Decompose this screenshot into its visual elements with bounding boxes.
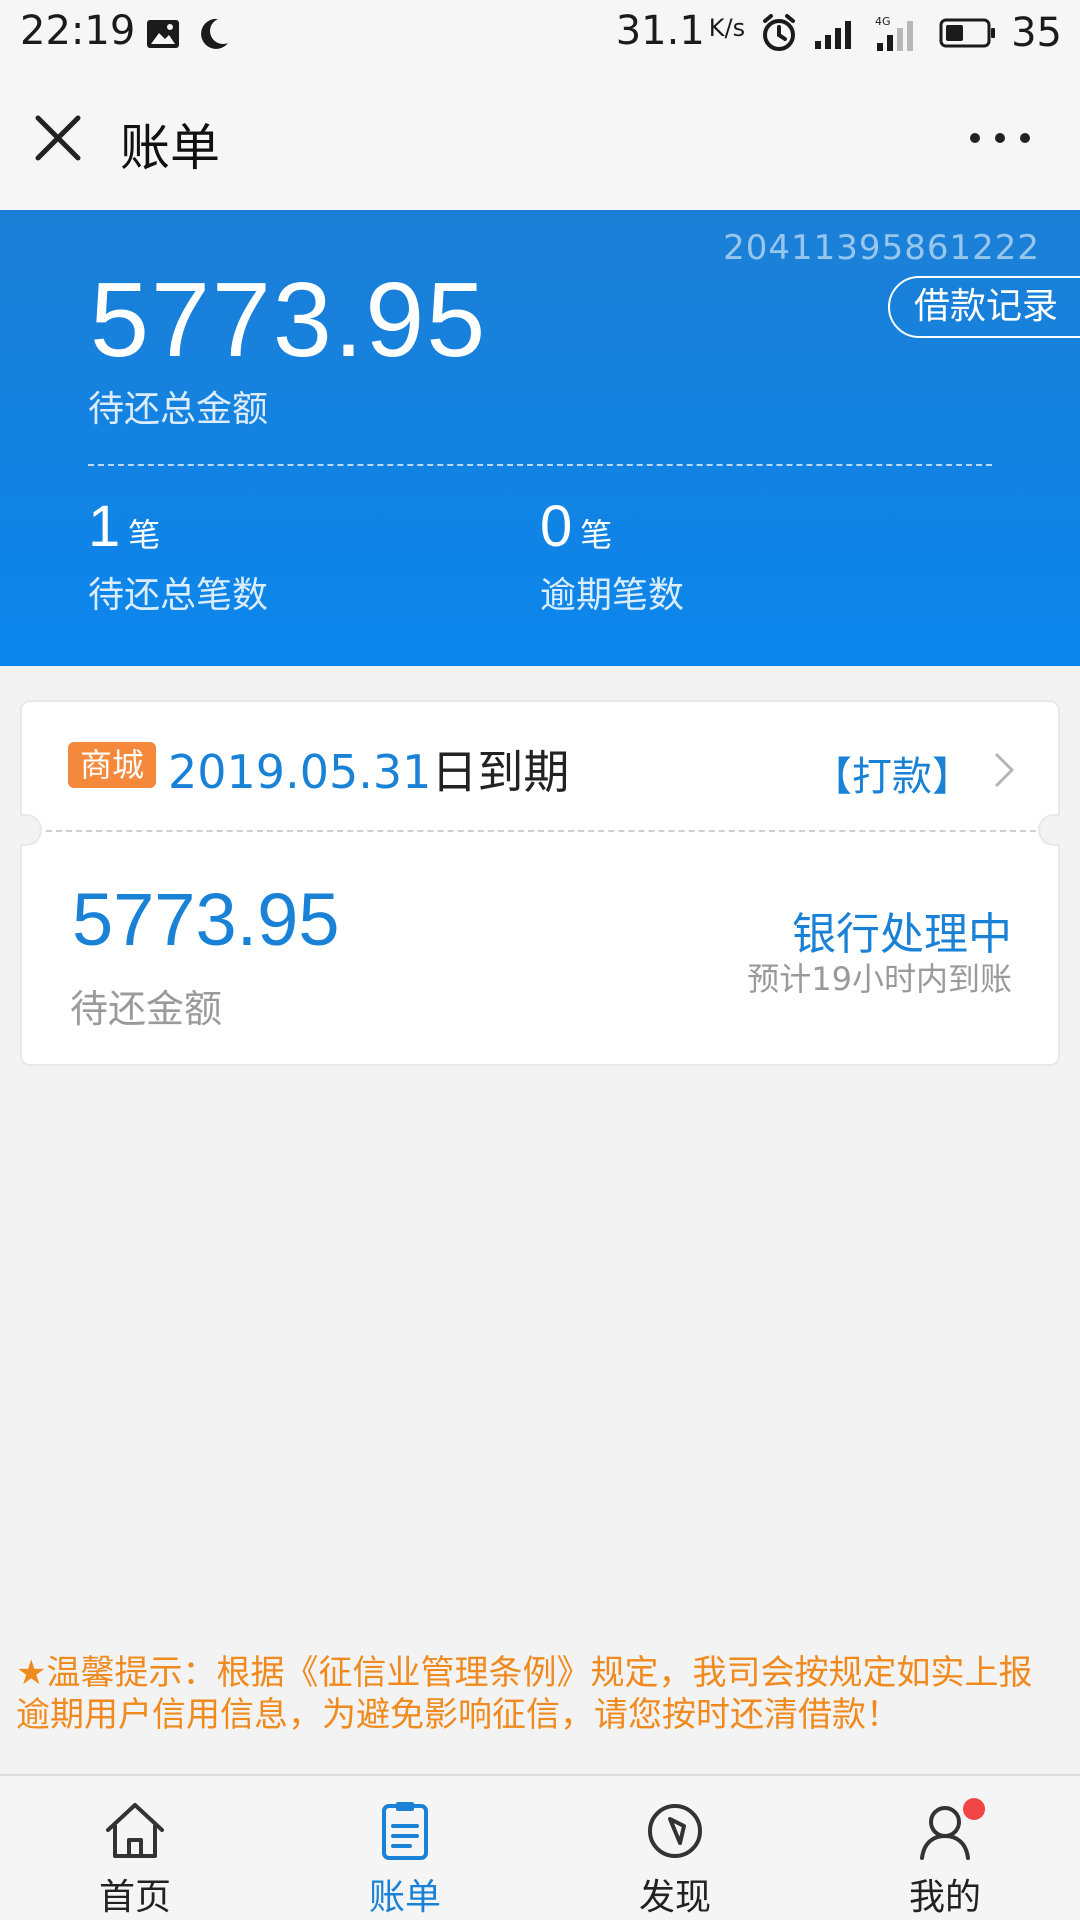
nav-label-home: 首页 [98, 1877, 171, 1918]
bill-status: 银行处理中 [792, 909, 1012, 960]
pending-count: 1 [88, 494, 121, 559]
top-bar: 账单 [0, 66, 1080, 210]
signal-4g-icon: 4G [875, 15, 914, 51]
borrow-record-button[interactable]: 借款记录 [888, 276, 1080, 338]
overdue-label: 逾期笔数 [540, 575, 685, 616]
status-time: 22:19 [20, 8, 136, 54]
bill-card[interactable]: 商城 2019.05.31日到期 【打款】 5773.95 待还金额 银行处理中… [20, 700, 1060, 1066]
bottom-nav: 首页 账单 发现 我的 [0, 1774, 1080, 1920]
notification-badge [963, 1798, 985, 1820]
moon-icon [201, 18, 228, 49]
mall-tag: 商城 [68, 742, 157, 788]
more-menu-button[interactable] [970, 126, 1030, 150]
pending-count-stat: 1笔 待还总笔数 [88, 492, 268, 618]
more-dot-icon [970, 133, 980, 143]
network-speed-unit: K/s [708, 13, 746, 42]
nav-item-home[interactable]: 首页 [0, 1776, 270, 1920]
more-dot-icon [995, 133, 1005, 143]
battery-icon [939, 18, 996, 48]
overdue-unit: 笔 [580, 516, 613, 554]
chevron-right-icon[interactable] [990, 750, 1018, 790]
overdue-count-stat: 0笔 逾期笔数 [540, 492, 684, 618]
signal-icon [815, 21, 852, 49]
nav-item-discover[interactable]: 发现 [540, 1776, 810, 1920]
due-date-value: 2019.05.31 [168, 745, 432, 799]
nav-label-discover: 发现 [638, 1877, 711, 1918]
image-notification-icon [147, 20, 179, 48]
nav-label-bill: 账单 [368, 1877, 441, 1918]
status-notification-icons [146, 14, 230, 54]
svg-text:4G: 4G [875, 15, 891, 28]
bill-status-subtext: 预计19小时内到账 [747, 960, 1012, 998]
pay-link[interactable]: 【打款】 [812, 744, 972, 802]
network-speed: 31.1 K/s [616, 6, 745, 61]
summary-divider [88, 464, 992, 466]
pending-unit: 笔 [128, 516, 161, 554]
bill-amount-label: 待还金额 [70, 987, 223, 1031]
alarm-icon [763, 14, 796, 51]
compass-icon [648, 1804, 702, 1858]
card-notch [20, 814, 42, 846]
due-date: 2019.05.31日到期 [168, 736, 569, 802]
due-date-suffix: 日到期 [431, 745, 570, 799]
battery-level: 35 [1011, 10, 1062, 56]
nav-label-mine: 我的 [908, 1877, 981, 1918]
nav-item-mine[interactable]: 我的 [810, 1776, 1080, 1920]
bill-summary: 20411395861222 5773.95 待还总金额 借款记录 1笔 待还总… [0, 210, 1080, 666]
warm-notice: ★温馨提示：根据《征信业管理条例》规定，我司会按规定如实上报逾期用户信用信息，为… [16, 1653, 1033, 1735]
bill-amount: 5773.95 [72, 878, 340, 961]
bill-icon [382, 1802, 428, 1860]
close-icon[interactable] [32, 112, 84, 164]
more-dot-icon [1020, 133, 1030, 143]
pending-label: 待还总笔数 [88, 575, 269, 616]
card-divider [46, 830, 1036, 832]
nav-item-bill[interactable]: 账单 [270, 1776, 540, 1920]
total-amount: 5773.95 [90, 261, 488, 379]
home-icon [106, 1803, 164, 1858]
total-amount-label: 待还总金额 [88, 389, 269, 430]
status-right: 31.1 K/s 4G 35 [616, 8, 1062, 58]
overdue-count: 0 [540, 494, 573, 559]
page-title: 账单 [120, 119, 220, 177]
card-notch [1038, 814, 1060, 846]
account-id: 20411395861222 [723, 228, 1040, 268]
status-bar: 22:19 31.1 K/s 4G 35 [0, 0, 1080, 66]
